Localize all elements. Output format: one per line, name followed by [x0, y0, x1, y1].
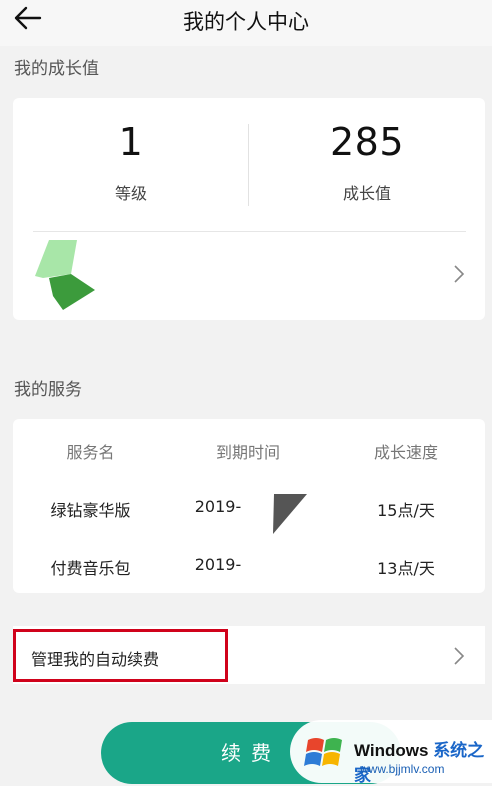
highlight-box [13, 629, 228, 682]
service-name: 绿钻豪华版 [50, 501, 131, 520]
growth-detail-row[interactable] [13, 232, 485, 320]
column-header-speed: 成长速度 [373, 443, 438, 462]
service-name: 付费音乐包 [50, 559, 131, 578]
redaction-mark-icon [273, 494, 307, 534]
level-stat: 1 等级 [13, 120, 249, 204]
service-expiry: 2019- [194, 555, 242, 574]
top-bar: 我的个人中心 [0, 0, 492, 46]
service-speed: 13点/天 [377, 559, 435, 578]
growth-card: 1 等级 285 成长值 [13, 98, 485, 320]
watermark-title: Windows 系统之家 [354, 736, 492, 786]
watermark-title-en: Windows [354, 741, 429, 760]
watermark: Windows 系统之家 www.bjjmlv.com [290, 720, 492, 786]
growth-section-title: 我的成长值 [14, 59, 99, 79]
page-title: 我的个人中心 [183, 10, 309, 34]
column-header-expiry: 到期时间 [215, 443, 280, 462]
column-header-service: 服务名 [66, 443, 115, 462]
chevron-right-icon [454, 265, 465, 283]
level-value: 1 [118, 120, 144, 164]
service-expiry: 2019- [194, 497, 242, 516]
growth-stat: 285 成长值 [249, 120, 485, 204]
service-speed: 15点/天 [377, 501, 435, 520]
growth-chart-icon [35, 240, 95, 310]
services-card: 服务名 到期时间 成长速度 绿钻豪华版 2019- 15点/天 付费音乐包 20… [13, 419, 485, 593]
services-section-title: 我的服务 [14, 380, 82, 400]
windows-logo-icon [304, 738, 342, 766]
chevron-right-icon [454, 647, 465, 665]
watermark-url: www.bjjmlv.com [360, 762, 445, 776]
level-label: 等级 [114, 184, 147, 203]
growth-value: 285 [329, 120, 405, 164]
growth-label: 成长值 [342, 184, 391, 203]
